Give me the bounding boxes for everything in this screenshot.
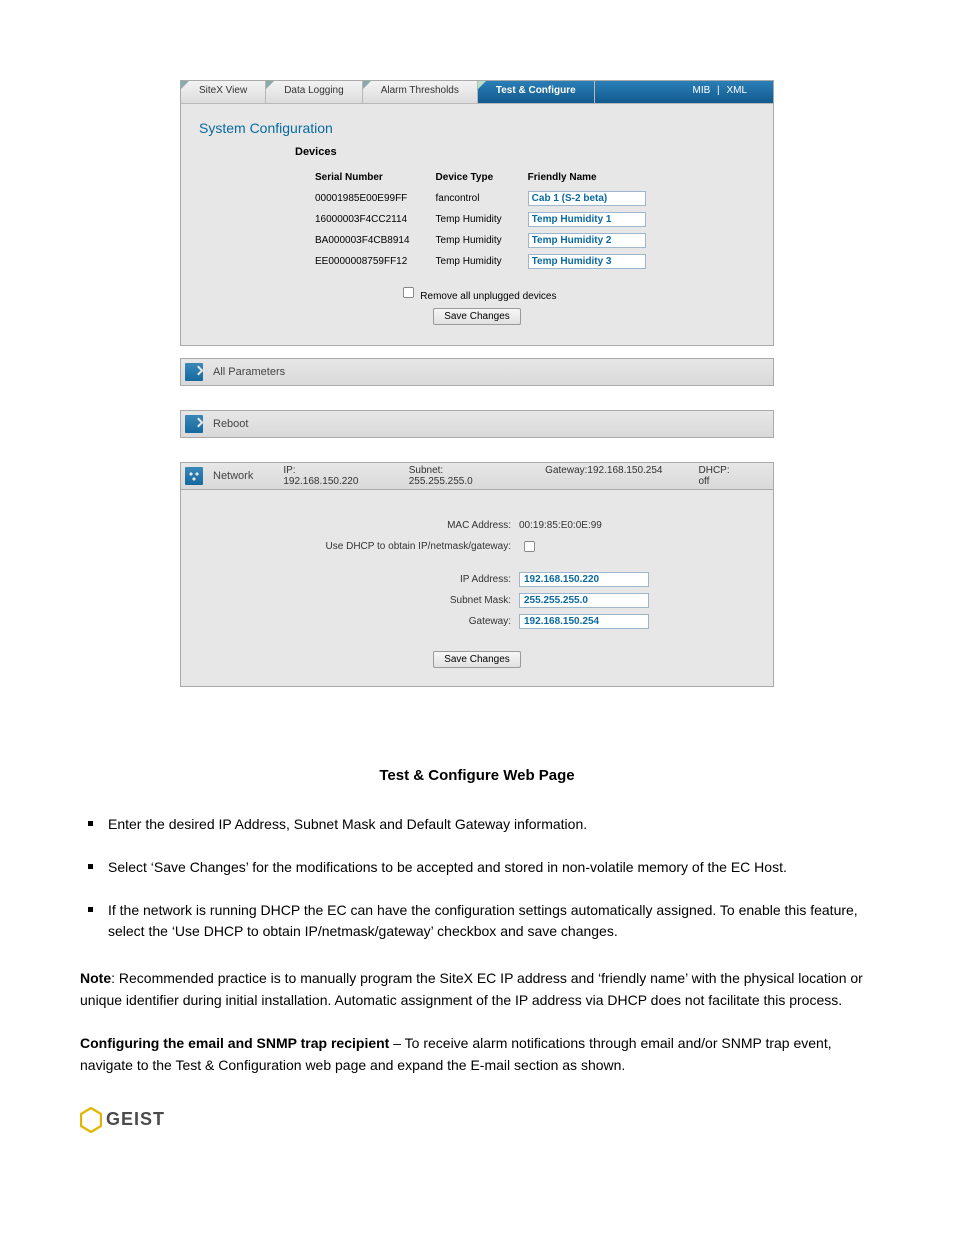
- save-changes-button[interactable]: Save Changes: [433, 651, 521, 668]
- remove-unplugged-checkbox[interactable]: [402, 287, 413, 298]
- section-title-system-configuration: System Configuration: [193, 114, 761, 142]
- friendly-name-input[interactable]: [528, 212, 646, 227]
- expand-all-parameters[interactable]: All Parameters: [180, 358, 774, 386]
- tab-bar: SiteX View Data Logging Alarm Thresholds…: [181, 81, 773, 104]
- expand-icon: [185, 363, 203, 381]
- link-xml[interactable]: XML: [724, 85, 749, 96]
- ip-input[interactable]: [519, 572, 649, 587]
- geist-logo-text: GEIST: [106, 1109, 165, 1130]
- list-item: Select ‘Save Changes’ for the modificati…: [80, 857, 874, 878]
- geist-logo-icon: [80, 1107, 102, 1133]
- table-row: EE0000008759FF12 Temp Humidity: [315, 252, 670, 271]
- tab-sitex-view[interactable]: SiteX View: [181, 81, 266, 103]
- dhcp-label: Use DHCP to obtain IP/netmask/gateway:: [201, 541, 519, 552]
- col-type: Device Type: [436, 170, 526, 187]
- ip-label: IP Address:: [201, 574, 519, 585]
- tab-data-logging[interactable]: Data Logging: [266, 81, 363, 103]
- mac-label: MAC Address:: [201, 520, 519, 531]
- expand-reboot[interactable]: Reboot: [180, 410, 774, 438]
- dhcp-checkbox[interactable]: [524, 541, 535, 552]
- top-right-links: MIB | XML: [680, 81, 773, 103]
- tab-alarm-thresholds[interactable]: Alarm Thresholds: [363, 81, 478, 103]
- net-dhcp: DHCP: off: [699, 465, 744, 487]
- footer-logo: GEIST: [80, 1107, 874, 1133]
- doc-title: Test & Configure Web Page: [80, 767, 874, 784]
- network-icon: [185, 467, 203, 485]
- list-item: Enter the desired IP Address, Subnet Mas…: [80, 814, 874, 835]
- subnet-label: Subnet Mask:: [201, 595, 519, 606]
- friendly-name-input[interactable]: [528, 233, 646, 248]
- table-row: 16000003F4CC2114 Temp Humidity: [315, 210, 670, 229]
- app-screenshot: SiteX View Data Logging Alarm Thresholds…: [180, 80, 774, 346]
- link-mib[interactable]: MIB: [690, 85, 712, 96]
- table-row: BA000003F4CB8914 Temp Humidity: [315, 231, 670, 250]
- mac-value: 00:19:85:E0:0E:99: [519, 520, 602, 531]
- note-paragraph: Note: Recommended practice is to manuall…: [80, 968, 874, 1011]
- gateway-label: Gateway:: [201, 616, 519, 627]
- friendly-name-input[interactable]: [528, 254, 646, 269]
- remove-unplugged-label[interactable]: Remove all unplugged devices: [398, 291, 557, 302]
- expand-network: Network IP: 192.168.150.220 Subnet: 255.…: [180, 462, 774, 687]
- network-form: MAC Address: 00:19:85:E0:0E:99 Use DHCP …: [181, 489, 773, 686]
- configure-email-paragraph: Configuring the email and SNMP trap reci…: [80, 1033, 874, 1076]
- devices-table: Serial Number Device Type Friendly Name …: [313, 168, 672, 273]
- network-header-row[interactable]: Network IP: 192.168.150.220 Subnet: 255.…: [181, 462, 773, 489]
- expand-icon: [185, 415, 203, 433]
- table-row: 00001985E00E99FF fancontrol: [315, 189, 670, 208]
- save-changes-button[interactable]: Save Changes: [433, 308, 521, 325]
- devices-heading: Devices: [193, 142, 761, 164]
- tab-test-configure[interactable]: Test & Configure: [478, 81, 595, 103]
- net-ip: IP: 192.168.150.220: [283, 465, 372, 487]
- friendly-name-input[interactable]: [528, 191, 646, 206]
- net-subnet: Subnet: 255.255.255.0: [409, 465, 509, 487]
- gateway-input[interactable]: [519, 614, 649, 629]
- subnet-input[interactable]: [519, 593, 649, 608]
- instruction-list: Enter the desired IP Address, Subnet Mas…: [80, 814, 874, 942]
- col-serial: Serial Number: [315, 170, 434, 187]
- list-item: If the network is running DHCP the EC ca…: [80, 900, 874, 942]
- col-friendly: Friendly Name: [528, 170, 670, 187]
- net-gateway: Gateway:192.168.150.254: [545, 465, 662, 487]
